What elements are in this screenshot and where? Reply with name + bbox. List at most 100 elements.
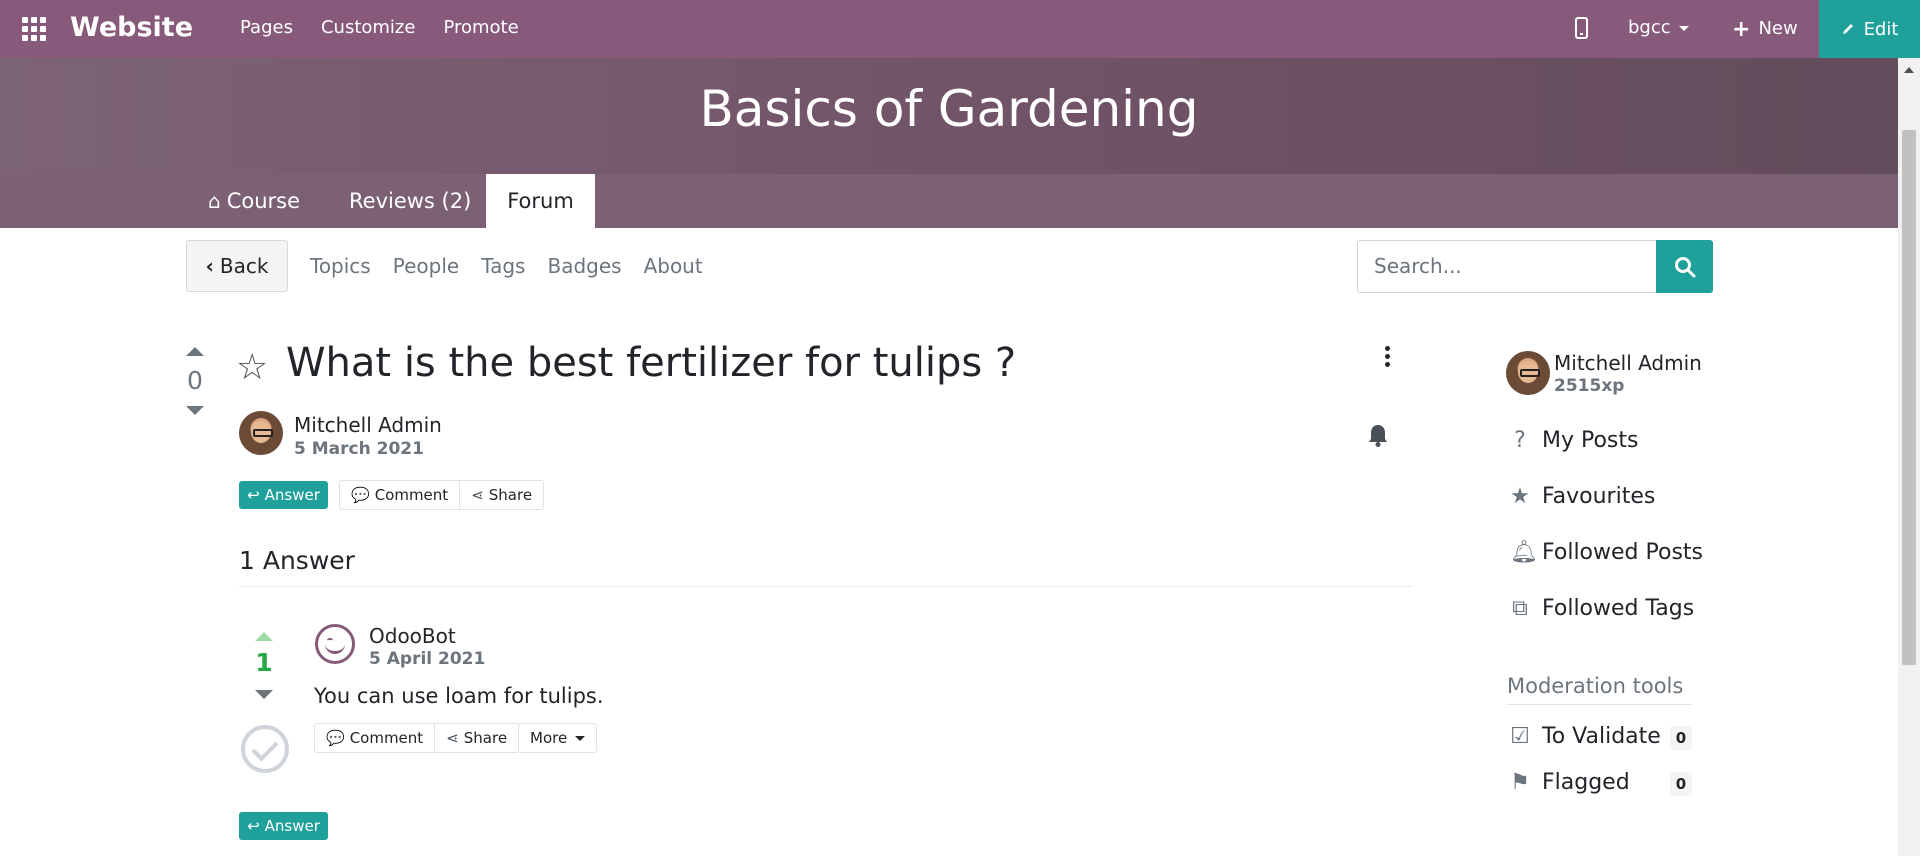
menu-pages[interactable]: Pages: [240, 17, 293, 38]
answer-date: 5 April 2021: [369, 649, 486, 669]
upvote-arrow-icon[interactable]: [186, 347, 204, 356]
search-input[interactable]: Search...: [1357, 240, 1657, 293]
bottom-answer-button[interactable]: ↩ Answer: [239, 812, 328, 840]
share-label: Share: [488, 486, 533, 504]
share-icon: ⋖: [471, 486, 484, 504]
divider: [239, 586, 1413, 587]
moderation-divider: [1507, 704, 1692, 705]
answers-count: 1 Answer: [239, 546, 355, 575]
top-navbar: Website Pages Customize Promote bgcc + Ne…: [0, 0, 1920, 58]
more-button[interactable]: More: [519, 724, 596, 752]
sidebar-item-to-validate[interactable]: ☑ To Validate: [1510, 724, 1661, 749]
answer-upvote-arrow-icon[interactable]: [255, 632, 273, 641]
more-label: More: [530, 729, 568, 747]
sidebar-item-label: Favourites: [1542, 484, 1656, 509]
edit-button[interactable]: Edit: [1819, 0, 1920, 58]
check-square-icon: ☑: [1510, 724, 1530, 749]
edit-label: Edit: [1863, 18, 1899, 40]
odoobot-avatar[interactable]: [315, 624, 355, 664]
answer-downvote-arrow-icon[interactable]: [255, 690, 273, 699]
nav-badges[interactable]: Badges: [547, 254, 621, 278]
comment-icon: 💬: [326, 729, 345, 747]
comment-label: Comment: [374, 486, 449, 504]
sidebar-user-name[interactable]: Mitchell Admin: [1554, 351, 1702, 375]
scrollbar-thumb[interactable]: [1902, 130, 1916, 665]
question-title: What is the best fertilizer for tulips ?: [286, 340, 1017, 386]
reply-icon: ↩: [247, 817, 260, 835]
tags-icon: ⧉: [1512, 596, 1528, 621]
tab-course[interactable]: ⌂ Course: [208, 174, 300, 228]
caret-down-icon: [1678, 25, 1689, 31]
accept-answer-check-icon[interactable]: [241, 725, 289, 773]
sidebar-item-label: Followed Posts: [1542, 540, 1703, 565]
pencil-icon: [1842, 24, 1853, 34]
flagged-label: Flagged: [1542, 770, 1630, 795]
moderation-tools-title: Moderation tools: [1507, 674, 1684, 698]
forum-subnav: Topics People Tags Badges About: [310, 254, 703, 278]
sidebar-user-xp: 2515xp: [1554, 376, 1625, 396]
sidebar-item-flagged[interactable]: ⚑ Flagged: [1510, 770, 1630, 795]
kebab-menu-icon[interactable]: [1385, 346, 1391, 370]
menu-customize[interactable]: Customize: [321, 17, 415, 38]
sidebar-item-favourites[interactable]: ★ Favourites: [1510, 484, 1655, 509]
sidebar-item-followed-posts[interactable]: 🔔︎ Followed Posts: [1510, 540, 1703, 565]
sidebar-item-followed-tags[interactable]: ⧉ Followed Tags: [1510, 596, 1694, 621]
back-label: Back: [219, 254, 269, 278]
course-title: Basics of Gardening: [699, 80, 1199, 138]
menu-promote[interactable]: Promote: [443, 17, 518, 38]
answer-text: You can use loam for tulips.: [314, 684, 604, 708]
new-button[interactable]: + New: [1732, 17, 1798, 42]
share-button[interactable]: ⋖ Share: [459, 481, 543, 509]
comment-button[interactable]: 💬 Comment: [340, 481, 459, 509]
nav-topics[interactable]: Topics: [310, 254, 371, 278]
app-brand[interactable]: Website: [70, 12, 193, 43]
sidebar-user-avatar[interactable]: [1506, 351, 1550, 395]
question-circle-icon: ?: [1514, 428, 1526, 453]
question-author[interactable]: Mitchell Admin: [294, 413, 442, 437]
flagged-count-badge: 0: [1670, 772, 1692, 796]
apps-grid-icon[interactable]: [22, 17, 48, 41]
sidebar-item-my-posts[interactable]: ? My Posts: [1510, 428, 1639, 453]
answer-button[interactable]: ↩ Answer: [239, 481, 328, 509]
tab-reviews-label: Reviews (2): [349, 189, 472, 213]
nav-people[interactable]: People: [393, 254, 459, 278]
answer-comment-button[interactable]: 💬 Comment: [315, 724, 434, 752]
question-vote-count: 0: [187, 366, 203, 395]
tab-forum[interactable]: Forum: [486, 174, 595, 228]
search-icon: [1675, 257, 1696, 278]
downvote-arrow-icon[interactable]: [186, 406, 204, 415]
to-validate-label: To Validate: [1542, 724, 1661, 749]
bottom-answer-label: Answer: [264, 817, 320, 835]
answer-share-label: Share: [463, 729, 508, 747]
sidebar-item-label: My Posts: [1542, 428, 1639, 453]
question-date: 5 March 2021: [294, 439, 424, 459]
nav-tags[interactable]: Tags: [481, 254, 525, 278]
answer-more-dropdown[interactable]: More: [518, 723, 598, 753]
search-button[interactable]: [1656, 240, 1713, 293]
tab-course-label: Course: [226, 189, 301, 213]
reply-icon: ↩: [247, 486, 260, 504]
tab-reviews[interactable]: Reviews (2): [349, 174, 471, 228]
back-button[interactable]: ‹ Back: [186, 240, 288, 292]
chevron-left-icon: ‹: [205, 254, 214, 278]
nav-about[interactable]: About: [644, 254, 703, 278]
flag-icon: ⚑: [1510, 770, 1530, 795]
to-validate-count-badge: 0: [1670, 726, 1692, 750]
answer-author[interactable]: OdooBot: [369, 624, 456, 648]
sidebar-item-label: Followed Tags: [1542, 596, 1695, 621]
answer-share-button[interactable]: ⋖ Share: [434, 724, 518, 752]
answer-comment-label: Comment: [349, 729, 424, 747]
scroll-up-arrow-icon[interactable]: [1904, 67, 1914, 73]
star-icon: ★: [1510, 484, 1530, 509]
tab-forum-label: Forum: [507, 189, 574, 213]
answer-actions: 💬 Comment ⋖ Share: [314, 723, 520, 753]
mobile-preview-icon[interactable]: [1575, 17, 1588, 39]
share-icon: ⋖: [446, 729, 459, 747]
follow-bell-icon[interactable]: [1367, 423, 1389, 447]
author-avatar[interactable]: [239, 411, 283, 455]
course-tabs: ⌂ Course Reviews (2) Forum: [0, 174, 1898, 228]
user-dropdown[interactable]: bgcc: [1628, 17, 1689, 38]
comment-icon: 💬: [351, 486, 370, 504]
question-actions: 💬 Comment ⋖ Share: [339, 480, 545, 510]
favourite-star-icon[interactable]: ☆: [236, 347, 268, 388]
